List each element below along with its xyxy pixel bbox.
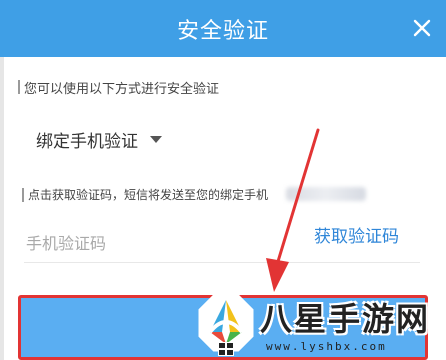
close-icon[interactable] [412,18,432,38]
verification-hint: 您可以使用以下方式进行安全验证 [17,78,219,97]
verification-method-label: 绑定手机验证 [36,131,138,152]
octagon-logo [198,294,254,356]
masked-phone-number [286,187,366,201]
watermark-url: www.lyshbx.com [266,340,387,353]
sms-code-input[interactable] [26,226,296,260]
verification-method-select[interactable]: 绑定手机验证 [36,124,162,154]
window-edge [0,57,4,360]
watermark: 八星手游网 www.lyshbx.com [196,290,446,360]
input-underline [24,262,420,263]
dialog-title: 安全验证 [176,19,269,44]
caret-down-icon [150,135,162,143]
watermark-brand: 八星手游网 [260,300,431,338]
get-code-button[interactable]: 获取验证码 [314,222,399,247]
dialog-titlebar: 安全验证 [0,0,446,57]
sms-hint: 点击获取验证码，短信将发送至您的绑定手机 [21,188,269,202]
